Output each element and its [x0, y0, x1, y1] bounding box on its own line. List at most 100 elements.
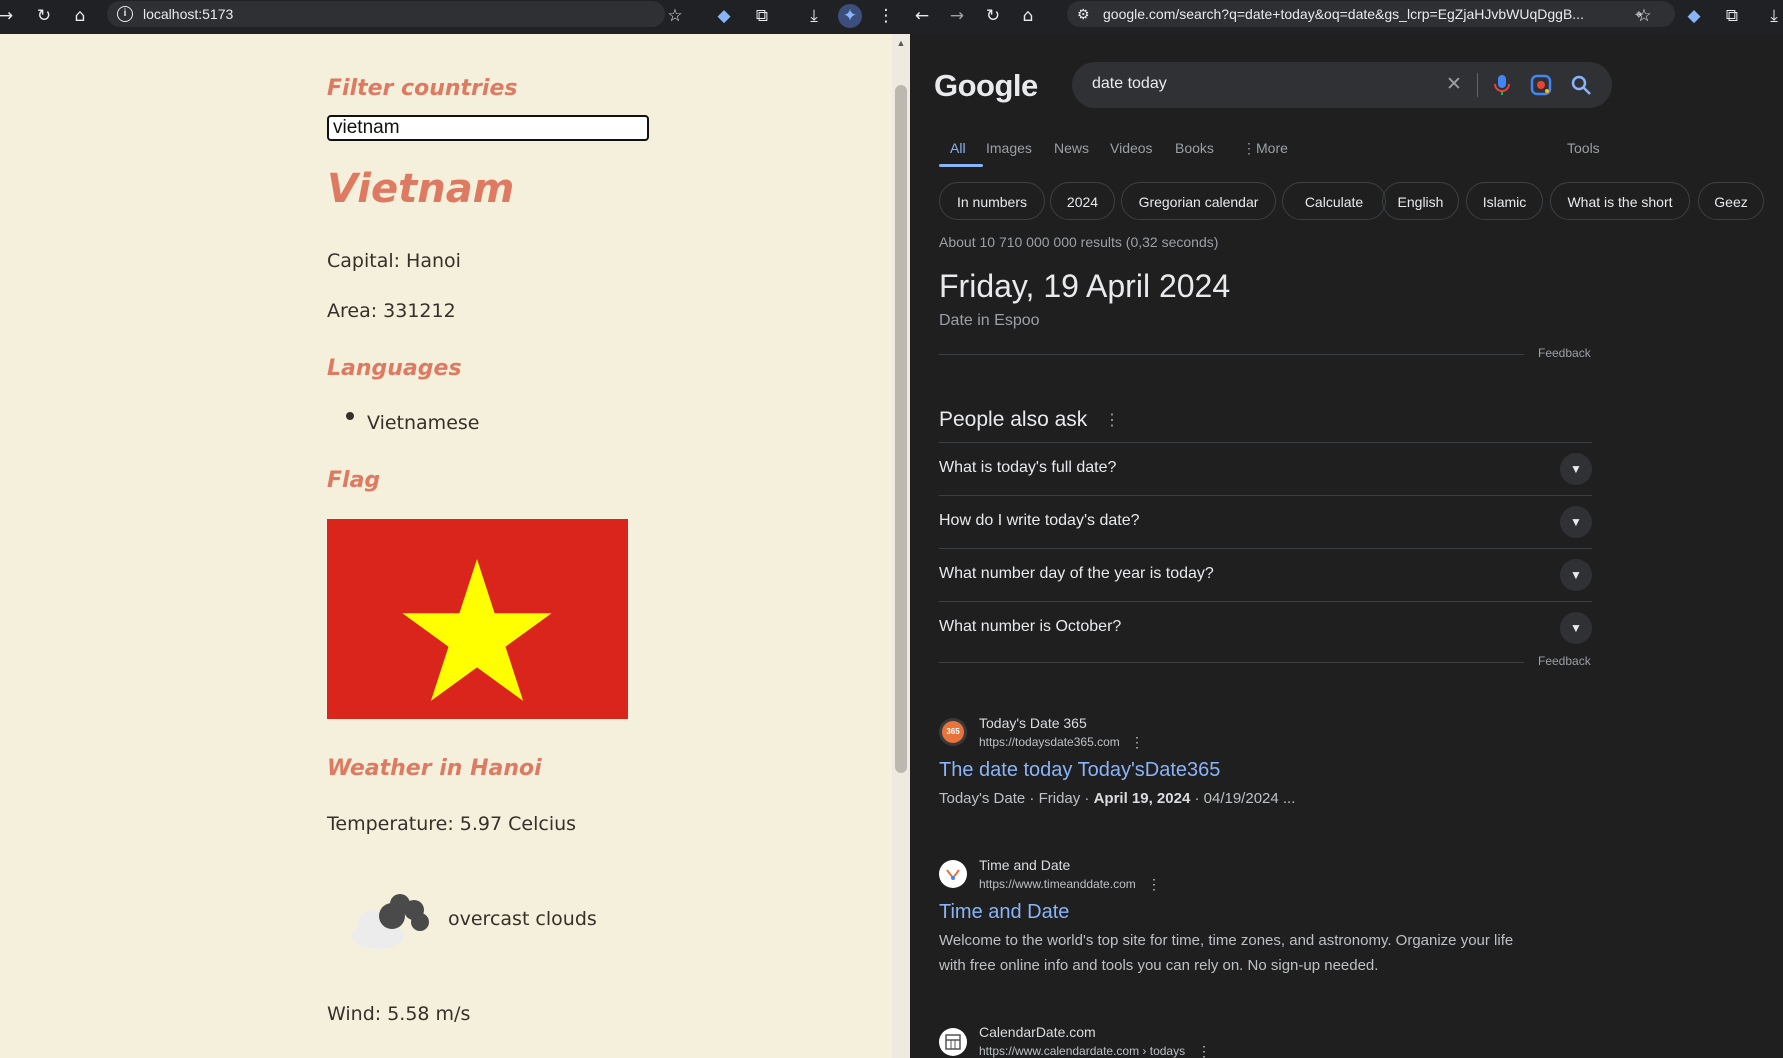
- chip-what-is-the-short[interactable]: What is the short: [1550, 182, 1690, 220]
- paa-kebab-icon[interactable]: ⋮: [1104, 410, 1120, 430]
- download-icon[interactable]: ⤓: [1762, 4, 1783, 28]
- country-name: Vietnam: [327, 166, 515, 212]
- paa-item[interactable]: What number is October? ▼: [939, 601, 1592, 654]
- google-logo[interactable]: Google: [934, 68, 1038, 104]
- microphone-icon[interactable]: [1492, 74, 1512, 96]
- lens-camera-icon[interactable]: [1530, 74, 1552, 96]
- paa-question: What number day of the year is today?: [939, 565, 1214, 582]
- weather-description: overcast clouds: [448, 908, 597, 930]
- download-icon[interactable]: ⤓: [802, 4, 826, 28]
- chevron-down-icon[interactable]: ▼: [1560, 612, 1592, 644]
- address-bar[interactable]: ⚙ google.com/search?q=date+today&oq=date…: [1067, 1, 1675, 27]
- chevron-down-icon[interactable]: ▼: [1560, 506, 1592, 538]
- bookmark-star-icon[interactable]: ☆: [663, 4, 687, 28]
- chip-english[interactable]: English: [1382, 182, 1459, 220]
- left-toolbar: → ↻ ⌂ i localhost:5173 ☆ ◆ ⧉ ⤓ ✦ ⋮: [0, 0, 910, 34]
- result-url[interactable]: https://todaysdate365.com: [979, 735, 1120, 749]
- search-input[interactable]: date today: [1092, 75, 1167, 93]
- chip-geez[interactable]: Geez: [1698, 182, 1764, 220]
- forward-icon[interactable]: →: [0, 4, 18, 28]
- result-site-name: Today's Date 365: [979, 715, 1087, 731]
- paa-question: What number is October?: [939, 618, 1122, 635]
- vietnam-flag-image: [327, 519, 628, 719]
- tab-tools[interactable]: Tools: [1567, 140, 1600, 156]
- tab-images[interactable]: Images: [986, 140, 1032, 156]
- paa-item[interactable]: How do I write today's date? ▼: [939, 495, 1592, 548]
- bookmark-star-icon[interactable]: ☆: [1632, 4, 1656, 28]
- result-title-link[interactable]: The date today Today'sDate365: [939, 759, 1220, 782]
- chip-calculate[interactable]: Calculate: [1282, 182, 1386, 220]
- feedback-link[interactable]: Feedback: [1538, 346, 1591, 360]
- flag-heading: Flag: [327, 468, 381, 493]
- result-stats: About 10 710 000 000 results (0,32 secon…: [939, 234, 1219, 250]
- chevron-down-icon[interactable]: ▼: [1560, 453, 1592, 485]
- address-bar[interactable]: i localhost:5173: [107, 1, 665, 27]
- search-box[interactable]: date today ✕: [1072, 62, 1612, 108]
- filter-label: Filter countries: [327, 76, 518, 101]
- divider: [939, 662, 1524, 663]
- back-icon[interactable]: ←: [910, 4, 934, 28]
- scroll-up-arrow-icon[interactable]: ▲: [895, 38, 907, 48]
- scrollbar-thumb[interactable]: [895, 85, 907, 773]
- extension-layers-icon[interactable]: ◆: [1682, 4, 1706, 28]
- tab-news[interactable]: News: [1054, 140, 1089, 156]
- filter-input[interactable]: [327, 115, 649, 141]
- divider: [939, 354, 1524, 355]
- extensions-puzzle-icon[interactable]: ⧉: [1720, 4, 1744, 28]
- paa-question: What is today's full date?: [939, 459, 1117, 476]
- chip-in-numbers[interactable]: In numbers: [939, 182, 1045, 220]
- paa-item[interactable]: What number day of the year is today? ▼: [939, 548, 1592, 601]
- menu-kebab-icon[interactable]: ⋮: [874, 4, 898, 28]
- tab-more[interactable]: More: [1256, 140, 1288, 156]
- extensions-puzzle-icon[interactable]: ⧉: [750, 4, 774, 28]
- timeanddate-favicon: [939, 860, 967, 888]
- snippet-tail: · 04/19/2024 ...: [1190, 790, 1296, 807]
- result-kebab-icon[interactable]: ⋮: [1130, 734, 1144, 751]
- forward-icon[interactable]: →: [945, 4, 969, 28]
- address-url: google.com/search?q=date+today&oq=date&g…: [1103, 6, 1584, 22]
- result-title-link[interactable]: Time and Date: [939, 901, 1069, 924]
- reload-icon[interactable]: ↻: [981, 4, 1005, 28]
- chevron-down-icon[interactable]: ▼: [1560, 559, 1592, 591]
- right-toolbar: ← → ↻ ⌂ ⚙ google.com/search?q=date+today…: [910, 0, 1783, 34]
- home-icon[interactable]: ⌂: [1016, 4, 1040, 28]
- temperature-text: Temperature: 5.97 Celcius: [327, 813, 577, 835]
- reload-icon[interactable]: ↻: [32, 4, 56, 28]
- paa-item[interactable]: What is today's full date? ▼: [939, 442, 1592, 495]
- clear-icon[interactable]: ✕: [1446, 73, 1462, 96]
- search-icon[interactable]: [1570, 74, 1592, 96]
- address-url: localhost:5173: [143, 6, 234, 22]
- paa-question: How do I write today's date?: [939, 512, 1140, 529]
- active-tab-indicator: [939, 164, 983, 167]
- paa-heading: People also ask: [939, 408, 1088, 431]
- tab-videos[interactable]: Videos: [1110, 140, 1153, 156]
- result-url[interactable]: https://www.calendardate.com › todays: [979, 1044, 1185, 1058]
- capital-text: Capital: Hanoi: [327, 250, 461, 272]
- site-settings-icon[interactable]: ⚙: [1077, 1, 1090, 27]
- home-icon[interactable]: ⌂: [68, 4, 92, 28]
- tab-books[interactable]: Books: [1175, 140, 1214, 156]
- language-bullet: [346, 412, 354, 420]
- result-kebab-icon[interactable]: ⋮: [1197, 1043, 1211, 1058]
- answer-subtitle: Date in Espoo: [939, 312, 1040, 329]
- feedback-link[interactable]: Feedback: [1538, 654, 1591, 668]
- result-url[interactable]: https://www.timeanddate.com: [979, 877, 1136, 891]
- more-kebab-icon[interactable]: ⋮: [1242, 140, 1256, 157]
- result-kebab-icon[interactable]: ⋮: [1147, 876, 1161, 893]
- calendardate-favicon: [939, 1028, 967, 1056]
- tab-all[interactable]: All: [950, 140, 966, 156]
- chip-gregorian-calendar[interactable]: Gregorian calendar: [1121, 182, 1276, 220]
- overcast-clouds-icon: [342, 884, 442, 954]
- result-site-name: Time and Date: [979, 857, 1071, 873]
- divider: [1477, 73, 1478, 97]
- extension-active-icon[interactable]: ✦: [838, 4, 862, 28]
- result-snippet: Welcome to the world's top site for time…: [939, 932, 1514, 974]
- chip-2024[interactable]: 2024: [1050, 182, 1115, 220]
- weather-heading: Weather in Hanoi: [327, 756, 542, 781]
- extension-layers-icon[interactable]: ◆: [712, 4, 736, 28]
- result-snippet: Today's Date · Friday · April 19, 2024 ·…: [939, 786, 1295, 811]
- chip-islamic[interactable]: Islamic: [1466, 182, 1543, 220]
- info-icon[interactable]: i: [117, 6, 133, 22]
- left-browser-window: → ↻ ⌂ i localhost:5173 ☆ ◆ ⧉ ⤓ ✦ ⋮ Filte…: [0, 0, 910, 1058]
- right-browser-window: ← → ↻ ⌂ ⚙ google.com/search?q=date+today…: [910, 0, 1783, 1058]
